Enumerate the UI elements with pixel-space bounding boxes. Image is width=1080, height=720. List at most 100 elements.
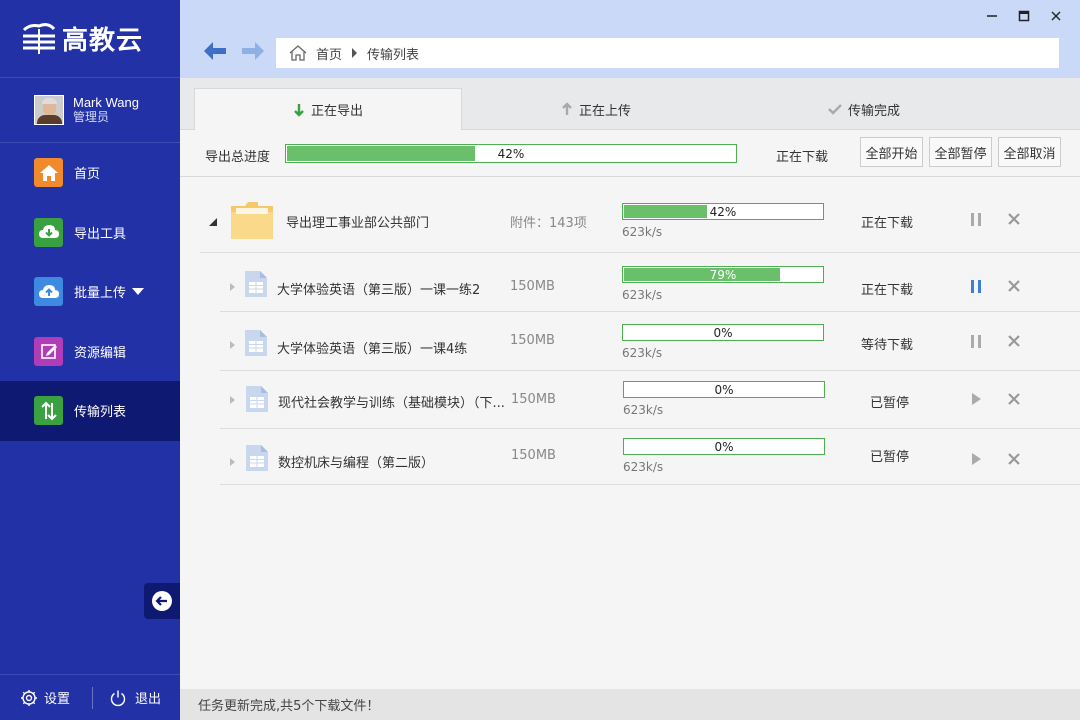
sidebar-item-export-tool[interactable]: 导出工具 (0, 203, 180, 263)
maximize-button[interactable] (1008, 6, 1040, 26)
back-arrow-icon[interactable] (202, 40, 228, 62)
sidebar-item-home[interactable]: 首页 (0, 143, 180, 203)
close-window-button[interactable] (1040, 6, 1072, 26)
cancel-button[interactable] (1006, 333, 1022, 349)
cloud-download-icon (34, 217, 63, 247)
file-size: 150MB (510, 333, 555, 348)
cancel-button[interactable] (1006, 451, 1022, 467)
sidebar-item-resource-edit[interactable]: 资源编辑 (0, 322, 180, 382)
cloud-book-logo-icon (22, 22, 56, 54)
tab-label: 正在上传 (578, 103, 631, 119)
pause-icon (971, 279, 981, 293)
cancel-button[interactable] (1006, 211, 1022, 227)
pause-button[interactable] (968, 333, 984, 349)
top-bar: 首页 传输列表 (180, 0, 1080, 78)
expand-triangle-icon[interactable] (230, 396, 235, 404)
file-row[interactable]: 大学体验英语（第三版）一课4练 150MB 0% 623k/s 等待下载 (220, 313, 1080, 371)
minimize-icon (987, 15, 997, 17)
play-icon (972, 393, 981, 405)
pause-button[interactable] (968, 278, 984, 294)
cancel-button[interactable] (1006, 391, 1022, 407)
file-row[interactable]: 大学体验英语（第三版）一课一练2 150MB 79% 623k/s 正在下载 (220, 254, 1080, 312)
breadcrumb-home[interactable]: 首页 (316, 44, 342, 63)
arrow-left-circle-icon (152, 591, 172, 611)
collapse-sidebar-button[interactable] (144, 583, 180, 619)
sidebar-item-label: 传输列表 (74, 405, 127, 421)
logout-label: 退出 (135, 692, 162, 707)
chevron-down-icon[interactable] (132, 288, 145, 296)
sidebar-item-batch-upload[interactable]: 批量上传 (0, 262, 180, 322)
pause-icon (971, 334, 981, 348)
logout-button[interactable]: 退出 (109, 688, 161, 707)
home-outline-icon[interactable] (288, 44, 308, 62)
tab-label: 传输完成 (847, 103, 900, 119)
sidebar-item-transfer-list[interactable]: 传输列表 (0, 381, 180, 441)
pause-icon (971, 212, 981, 226)
tab-completed[interactable]: 传输完成 (730, 88, 998, 130)
progress-text: 79% (709, 267, 737, 282)
breadcrumb: 首页 传输列表 (276, 38, 1059, 68)
resume-button[interactable] (968, 451, 984, 467)
app-name: 高教云 (62, 26, 144, 56)
folder-speed: 623k/s (622, 225, 663, 239)
folder-attachments: 附件：143项 (510, 216, 587, 231)
pause-all-button[interactable]: 全部暂停 (929, 137, 992, 167)
window-controls (976, 6, 1072, 26)
transfer-icon (34, 396, 63, 426)
status-bar: 任务更新完成,共5个下载文件！ (180, 689, 1080, 720)
progress-text: 0% (714, 382, 734, 397)
expand-triangle-icon[interactable] (230, 283, 235, 291)
avatar (34, 95, 64, 125)
breadcrumb-current: 传输列表 (367, 47, 420, 63)
tab-bar: 正在导出 正在上传 传输完成 (180, 78, 1080, 130)
settings-button[interactable]: 设置 (20, 688, 70, 707)
history-navigation (202, 40, 266, 62)
tab-label: 正在导出 (310, 104, 363, 119)
resume-button[interactable] (968, 391, 984, 407)
tab-uploading[interactable]: 正在上传 (462, 88, 730, 130)
file-progress-bar: 79% (622, 266, 824, 283)
close-icon (1008, 393, 1020, 405)
file-row[interactable]: 数控机床与编程（第二版） 150MB 0% 623k/s 已暂停 (220, 430, 1080, 485)
cancel-button[interactable] (1006, 278, 1022, 294)
maximize-icon (1018, 10, 1030, 22)
file-row[interactable]: 现代社会教学与训练（基础模块）（下... 150MB 0% 623k/s 已暂停 (220, 372, 1080, 429)
progress-text: 0% (714, 439, 734, 454)
tab-exporting[interactable]: 正在导出 (194, 88, 462, 130)
close-icon (1008, 453, 1020, 465)
user-role: 管理员 (73, 110, 110, 124)
close-icon (1051, 11, 1061, 21)
cloud-upload-icon (34, 277, 63, 307)
sidebar-item-label: 导出工具 (74, 226, 127, 242)
edit-icon (34, 336, 63, 366)
app-logo: 高教云 (0, 0, 180, 78)
folder-progress-bar: 42% (622, 203, 824, 220)
expand-triangle-icon[interactable] (230, 458, 235, 466)
progress-text: 0% (713, 325, 733, 340)
file-status: 正在下载 (861, 283, 914, 298)
sidebar-footer: 设置 退出 (0, 674, 180, 720)
start-all-button[interactable]: 全部开始 (860, 137, 923, 167)
summary-label: 导出总进度 (205, 150, 271, 165)
file-status: 已暂停 (870, 450, 910, 465)
expand-triangle-icon[interactable] (230, 341, 235, 349)
arrow-up-icon (562, 102, 572, 115)
folder-status: 正在下载 (861, 216, 914, 231)
sidebar-item-label: 首页 (74, 167, 101, 183)
minimize-button[interactable] (976, 6, 1008, 26)
forward-arrow-icon[interactable] (240, 40, 266, 62)
file-name: 大学体验英语（第三版）一课一练2 (277, 283, 481, 298)
pause-button[interactable] (968, 211, 984, 227)
home-icon (34, 158, 63, 188)
progress-text: 42% (497, 146, 525, 161)
document-icon (245, 271, 267, 297)
file-speed: 623k/s (622, 346, 663, 360)
sidebar: 高教云 Mark Wang 管理员 首页 导出工具 批量上传 资源编辑 传输列表… (0, 0, 180, 720)
collapse-triangle-icon[interactable] (209, 218, 217, 226)
cancel-all-button[interactable]: 全部取消 (998, 137, 1061, 167)
file-size: 150MB (511, 392, 556, 407)
folder-row[interactable]: 导出理工事业部公共部门 附件：143项 42% 623k/s 正在下载 (200, 178, 1080, 253)
user-profile[interactable]: Mark Wang 管理员 (0, 78, 180, 143)
play-icon (972, 453, 981, 465)
folder-icon (231, 202, 273, 239)
